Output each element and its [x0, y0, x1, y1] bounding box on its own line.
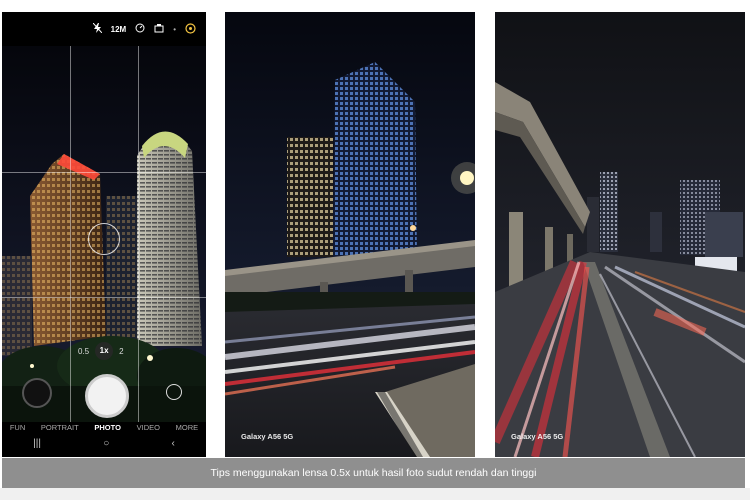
page-bottom-strip [0, 488, 750, 500]
android-nav-bar: ||| ○ ‹ [2, 438, 206, 449]
zoom-2x[interactable]: 2 [119, 347, 123, 356]
zoom-1x[interactable]: 1x [95, 342, 114, 360]
photo-watermark: Galaxy A56 5G [241, 432, 294, 441]
settings-icon[interactable] [185, 22, 196, 36]
mode-video[interactable]: VIDEO [137, 423, 160, 432]
highway-photo [495, 12, 745, 457]
dot-indicator: • [173, 24, 176, 34]
back-icon[interactable]: ‹ [172, 438, 175, 449]
caption-text: Tips menggunakan lensa 0.5x untuk hasil … [210, 467, 537, 479]
mode-fun[interactable]: FUN [10, 423, 25, 432]
mode-more[interactable]: MORE [176, 423, 199, 432]
grid-line [138, 46, 139, 422]
flash-off-icon[interactable] [92, 22, 102, 35]
grid-line [2, 172, 206, 173]
shutter-button[interactable] [85, 374, 129, 418]
zoom-selector: 0.5 1x 2 [78, 342, 124, 360]
mode-portrait[interactable]: PORTRAIT [41, 423, 79, 432]
photo-watermark: Galaxy A56 5G [511, 432, 564, 441]
grid-line [2, 297, 206, 298]
camera-top-bar: 12M • [2, 12, 206, 46]
camera-mode-bar: FUN PORTRAIT PHOTO VIDEO MORE [2, 423, 206, 432]
focus-indicator [88, 223, 120, 255]
night-city-photo [225, 12, 475, 457]
sample-photo-high-angle: Galaxy A56 5G [495, 12, 745, 457]
switch-camera-icon[interactable] [166, 384, 182, 400]
sample-photo-low-angle: Galaxy A56 5G [225, 12, 475, 457]
caption-bar: Tips menggunakan lensa 0.5x untuk hasil … [2, 458, 745, 488]
zoom-0-5[interactable]: 0.5 [78, 347, 89, 356]
grid-line [70, 46, 71, 422]
resolution-label[interactable]: 12M [111, 25, 127, 34]
recent-apps-icon[interactable]: ||| [33, 438, 41, 449]
timer-icon[interactable] [135, 23, 145, 35]
gallery-thumbnail[interactable] [22, 378, 52, 408]
home-icon[interactable]: ○ [103, 438, 109, 449]
mode-photo[interactable]: PHOTO [94, 423, 121, 432]
ratio-icon[interactable] [154, 23, 164, 35]
camera-app-screenshot: 12M • 0.5 1x 2 FUN PORTRAIT PHOTO VIDEO … [2, 12, 206, 457]
